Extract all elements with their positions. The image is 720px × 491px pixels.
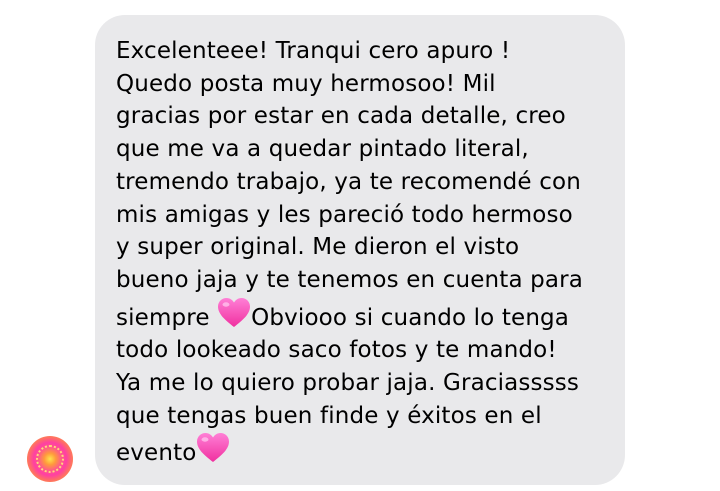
pink-heart-icon xyxy=(196,432,230,464)
message-line: que tengas buen finde y éxitos en el xyxy=(116,402,542,429)
message-line: Ya me lo quiero probar jaja. Graciasssss xyxy=(116,370,580,397)
message-fragment: evento xyxy=(116,440,197,467)
message-line: mis amigas y les pareció todo hermoso xyxy=(116,201,573,228)
message-line: todo lookeado saco fotos y te mando! xyxy=(116,337,557,364)
message-text: Excelenteee! Tranqui cero apuro ! Quedo … xyxy=(116,35,607,470)
message-line: que me va a quedar pintado literal, xyxy=(116,136,529,163)
message-fragment: siempre xyxy=(116,304,218,331)
pink-heart-icon xyxy=(217,297,251,329)
message-line: y super original. Me dieron el visto xyxy=(116,234,520,261)
message-bubble[interactable]: Excelenteee! Tranqui cero apuro ! Quedo … xyxy=(95,15,625,485)
chat-area: Excelenteee! Tranqui cero apuro ! Quedo … xyxy=(0,0,720,491)
message-line: gracias por estar en cada detalle, creo xyxy=(116,103,566,130)
message-line: tremendo trabajo, ya te recomendé con xyxy=(116,168,581,195)
avatar-pattern xyxy=(36,445,64,473)
sender-avatar[interactable] xyxy=(27,436,73,482)
message-fragment: Obviooo si cuando lo tenga xyxy=(251,304,570,331)
message-line: Excelenteee! Tranqui cero apuro ! xyxy=(116,38,511,64)
message-line: bueno jaja y te tenemos en cuenta para xyxy=(116,266,583,293)
message-line-with-heart: evento xyxy=(116,432,607,470)
message-line: Quedo posta muy hermosoo! Mil xyxy=(116,70,496,97)
message-line-with-heart: siempre Obviooo si cuando lo tenga xyxy=(116,297,607,335)
